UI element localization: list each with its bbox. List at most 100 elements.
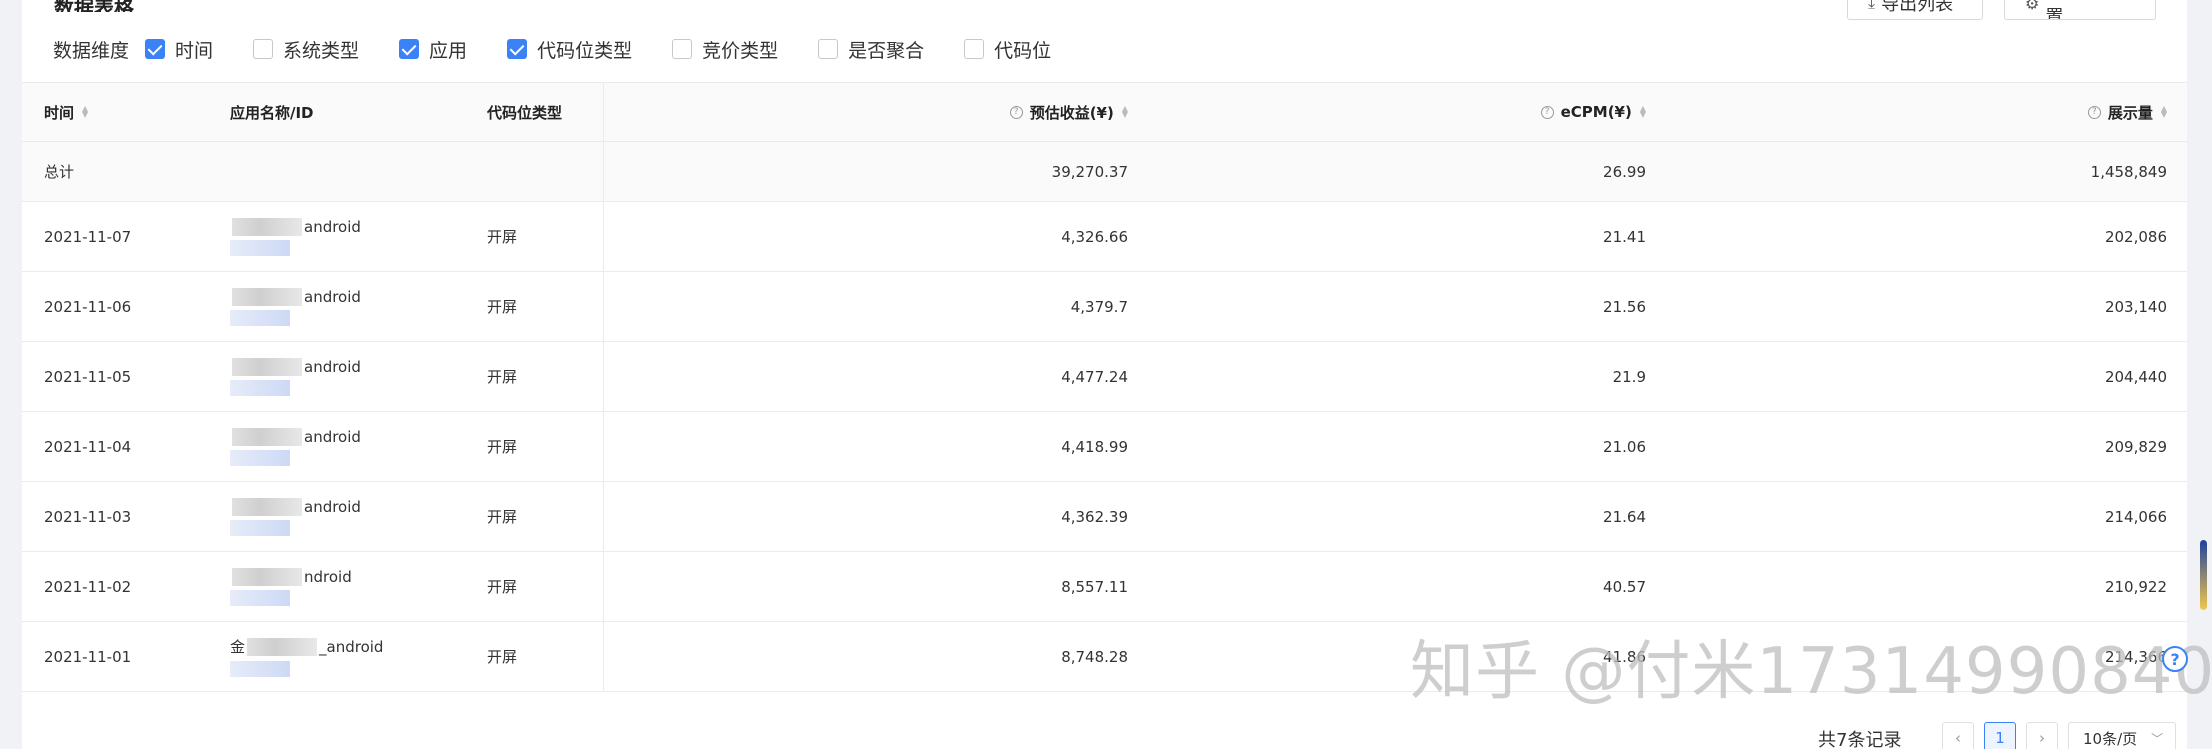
dimension-option-label: 是否聚合 — [848, 39, 925, 62]
header-app: 应用名称/ID — [230, 103, 314, 122]
app-name: android — [230, 217, 361, 236]
redacted-block — [232, 287, 302, 306]
custom-settings-label: 自定义设置 — [2045, 0, 2117, 20]
sort-icon[interactable]: ▲ ▼ — [1122, 105, 1128, 119]
cell-type: 开屏 — [487, 648, 518, 666]
cell-impressions: 204,440 — [2104, 367, 2167, 386]
table-row: 2021-11-06 android 开屏 4,379.7 21.56 203,140 — [22, 272, 2187, 342]
cell-revenue: 8,557.11 — [1061, 577, 1128, 596]
dimension-checkbox[interactable] — [145, 39, 166, 59]
header-ecpm[interactable]: ? eCPM(¥) ▲ ▼ — [1540, 83, 1646, 141]
redacted-id-block — [230, 309, 290, 326]
dimension-option[interactable]: 竞价类型 — [672, 36, 778, 63]
dimension-checkbox[interactable] — [399, 39, 420, 59]
app-name: android — [230, 287, 361, 306]
header-revenue[interactable]: ? 预估收益(¥) ▲ ▼ — [1009, 83, 1128, 141]
cell-app: android — [230, 482, 361, 551]
page-size-select[interactable]: 10条/页 ﹀ — [2068, 722, 2176, 749]
dimension-option-label: 应用 — [429, 39, 468, 62]
header-impressions[interactable]: ? 展示量 ▲ ▼ — [2087, 83, 2167, 141]
app-platform: android — [304, 497, 361, 516]
app-prefix: 金 — [230, 638, 246, 656]
dimension-checkbox[interactable] — [507, 39, 528, 59]
cell-ecpm: 21.41 — [1603, 227, 1646, 246]
dimension-option[interactable]: 是否聚合 — [818, 36, 924, 63]
redacted-id-block — [230, 379, 290, 396]
header-date[interactable]: 时间 ▲ ▼ — [44, 83, 88, 141]
question-circle-icon[interactable]: ? — [1009, 105, 1023, 119]
dimension-checkbox[interactable] — [672, 39, 693, 59]
sort-icon[interactable]: ▲ ▼ — [82, 105, 88, 119]
cell-impressions: 209,829 — [2104, 437, 2167, 456]
page-size-value: 10条/页 — [2083, 729, 2138, 748]
help-float-button[interactable]: ? — [2162, 646, 2188, 672]
chevron-down-icon: ﹀ — [2151, 731, 2164, 746]
column-divider — [603, 142, 604, 201]
cell-date: 2021-11-01 — [44, 647, 132, 666]
watermark: 知乎 @付米17314990840 — [1410, 635, 2212, 709]
export-list-label: 导出列表 — [1881, 0, 1954, 15]
dimension-option-label: 竞价类型 — [702, 39, 779, 62]
cell-date: 2021-11-04 — [44, 437, 132, 456]
dimension-checkbox[interactable] — [253, 39, 274, 59]
column-divider — [603, 272, 604, 341]
dimension-option-label: 系统类型 — [283, 39, 360, 62]
cell-date: 2021-11-03 — [44, 507, 132, 526]
app-platform: android — [304, 217, 361, 236]
page-scrollbar[interactable] — [2200, 540, 2207, 610]
redacted-block — [232, 567, 302, 586]
page-1-button[interactable]: 1 — [1984, 722, 2016, 749]
table-row: 2021-11-05 android 开屏 4,477.24 21.9 204,440 — [22, 342, 2187, 412]
dimension-option[interactable]: 系统类型 — [253, 36, 359, 63]
table-row: 2021-11-02 ndroid 开屏 8,557.11 40.57 210,922 — [22, 552, 2187, 622]
column-divider — [603, 552, 604, 621]
dimension-option-label: 时间 — [175, 39, 214, 62]
column-divider — [603, 482, 604, 551]
dimension-option[interactable]: 时间 — [145, 36, 213, 63]
question-circle-icon[interactable]: ? — [1540, 105, 1554, 119]
app-platform: _android — [319, 637, 384, 656]
cell-date: 2021-11-02 — [44, 577, 132, 596]
cell-type: 开屏 — [487, 298, 518, 316]
gear-icon: ⚙ — [2025, 0, 2040, 13]
dimension-option[interactable]: 应用 — [399, 36, 467, 63]
redacted-block — [247, 637, 318, 656]
cell-ecpm: 40.57 — [1603, 577, 1646, 596]
redacted-id-block — [230, 661, 290, 677]
column-divider — [603, 412, 604, 481]
export-list-button[interactable]: ⤓ 导出列表 — [1847, 0, 1983, 20]
cell-type: 开屏 — [487, 508, 518, 526]
dimension-option-label: 代码位 — [994, 39, 1052, 62]
cell-revenue: 4,477.24 — [1061, 367, 1128, 386]
header-impressions-label: 展示量 — [2107, 103, 2153, 122]
sort-icon[interactable]: ▲ ▼ — [1640, 105, 1646, 119]
dimension-checkbox[interactable] — [964, 39, 985, 59]
cell-impressions: 214,066 — [2104, 507, 2167, 526]
redacted-block — [232, 427, 302, 446]
cell-type: 开屏 — [487, 578, 518, 596]
total-impressions: 1,458,849 — [2090, 162, 2167, 181]
app-name: android — [230, 497, 361, 516]
custom-settings-button[interactable]: ⚙ 自定义设置 — [2004, 0, 2156, 20]
sort-icon[interactable]: ▲ ▼ — [2161, 105, 2167, 119]
total-ecpm: 26.99 — [1603, 162, 1646, 181]
total-row: 总计 39,270.37 26.99 1,458,849 — [22, 142, 2187, 202]
header-revenue-label: 预估收益(¥) — [1029, 103, 1114, 122]
download-icon: ⤓ — [1868, 0, 1876, 12]
table-header: 时间 ▲ ▼ 应用名称/ID 代码位类型 ? 预估收益(¥) ▲ ▼ ? eCPM(… — [22, 82, 2187, 142]
cell-impressions: 202,086 — [2104, 227, 2167, 246]
cell-type: 开屏 — [487, 228, 518, 246]
prev-page-button[interactable]: ‹ — [1942, 722, 1974, 749]
next-page-button[interactable]: › — [2026, 722, 2058, 749]
cell-revenue: 4,379.7 — [1070, 297, 1128, 316]
dimension-label: 数据维度 — [53, 39, 130, 62]
dimension-option[interactable]: 代码位类型 — [507, 36, 632, 63]
table-row: 2021-11-04 android 开屏 4,418.99 21.06 209,829 — [22, 412, 2187, 482]
app-platform: android — [304, 357, 361, 376]
dimension-checkbox[interactable] — [818, 39, 839, 59]
cell-revenue: 4,418.99 — [1061, 437, 1128, 456]
question-circle-icon[interactable]: ? — [2087, 105, 2101, 119]
cell-app: ndroid — [230, 552, 352, 621]
dimension-option[interactable]: 代码位 — [964, 36, 1051, 63]
cell-date: 2021-11-05 — [44, 367, 132, 386]
